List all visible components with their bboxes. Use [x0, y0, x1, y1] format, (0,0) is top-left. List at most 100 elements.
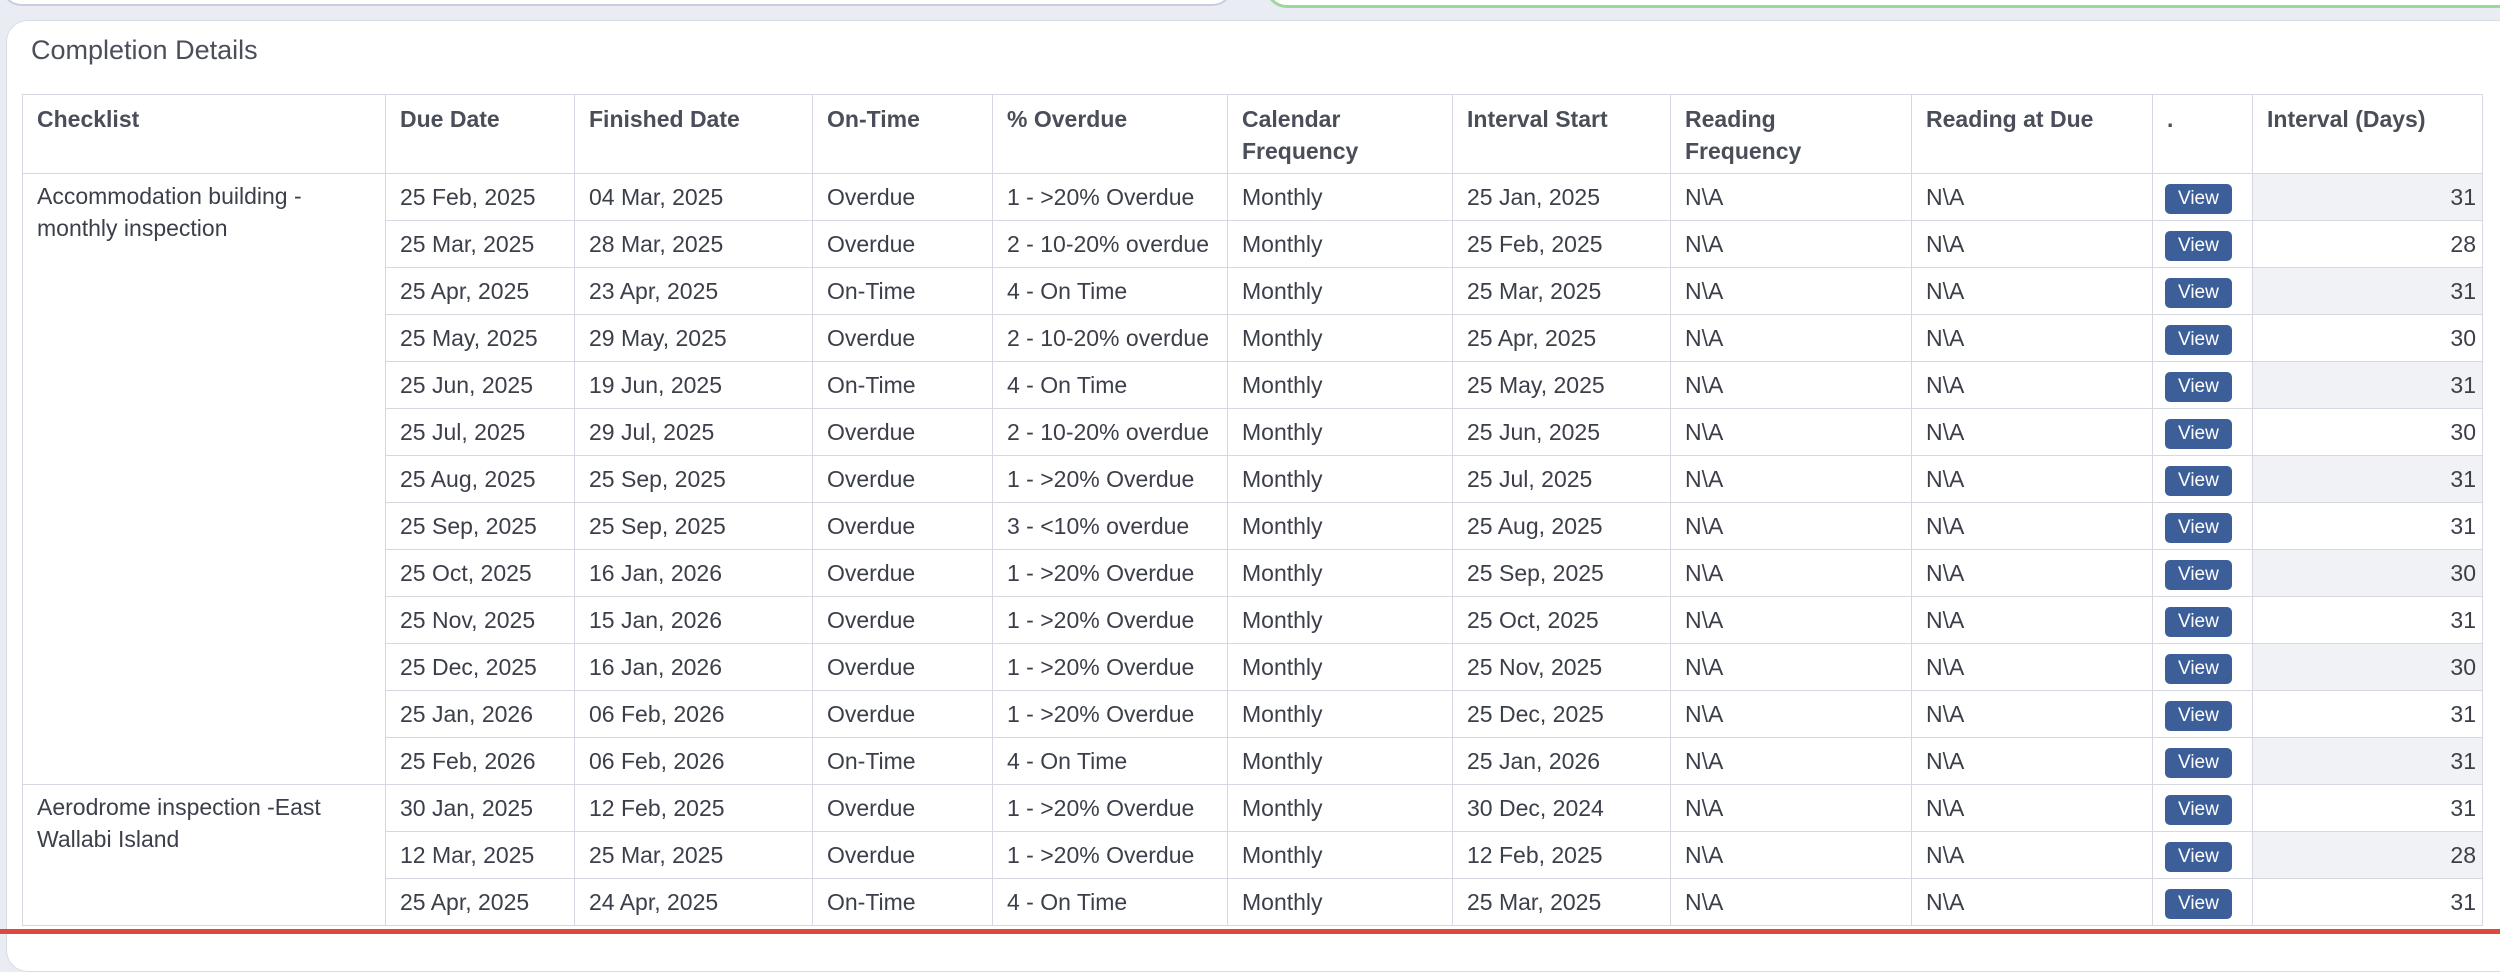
- percent-overdue-cell: 2 - 10-20% overdue: [992, 220, 1228, 268]
- percent-overdue-cell: 2 - 10-20% overdue: [992, 314, 1228, 362]
- column-header[interactable]: Due Date: [385, 94, 575, 174]
- interval-start-cell: 25 Sep, 2025: [1452, 549, 1671, 597]
- action-cell: View: [2152, 314, 2253, 362]
- calendar-frequency-cell: Monthly: [1227, 596, 1453, 644]
- view-button[interactable]: View: [2165, 324, 2232, 355]
- view-button[interactable]: View: [2165, 183, 2232, 214]
- checklist-cell: Accommodation building - monthly inspect…: [22, 173, 386, 785]
- percent-overdue-cell: 4 - On Time: [992, 267, 1228, 315]
- on-time-cell: Overdue: [812, 502, 993, 550]
- calendar-frequency-cell: Monthly: [1227, 784, 1453, 832]
- calendar-frequency-cell: Monthly: [1227, 643, 1453, 691]
- percent-overdue-cell: 4 - On Time: [992, 361, 1228, 409]
- finished-date-cell: 12 Feb, 2025: [574, 784, 813, 832]
- calendar-frequency-cell: Monthly: [1227, 314, 1453, 362]
- table-row: 25 Apr, 2025 23 Apr, 2025 On-Time 4 - On Ti…: [23, 267, 2483, 315]
- view-button[interactable]: View: [2165, 465, 2232, 496]
- table-row: 25 Jun, 2025 19 Jun, 2025 On-Time 4 - On Ti…: [23, 361, 2483, 409]
- view-button[interactable]: View: [2165, 418, 2232, 449]
- action-cell: View: [2152, 784, 2253, 832]
- interval-start-cell: 25 Dec, 2025: [1452, 690, 1671, 738]
- interval-start-cell: 25 Jul, 2025: [1452, 455, 1671, 503]
- reading-at-due-cell: N\A: [1911, 408, 2153, 456]
- due-date-cell: 30 Jan, 2025: [385, 784, 575, 832]
- view-button[interactable]: View: [2165, 794, 2232, 825]
- interval-start-cell: 25 Mar, 2025: [1452, 267, 1671, 315]
- column-header[interactable]: .: [2152, 94, 2253, 174]
- on-time-cell: Overdue: [812, 549, 993, 597]
- reading-frequency-cell: N\A: [1670, 361, 1912, 409]
- finished-date-cell: 24 Apr, 2025: [574, 878, 813, 926]
- action-cell: View: [2152, 878, 2253, 926]
- due-date-cell: 25 May, 2025: [385, 314, 575, 362]
- interval-days-cell: 30: [2252, 314, 2483, 362]
- action-cell: View: [2152, 596, 2253, 644]
- interval-days-cell: 31: [2252, 455, 2483, 503]
- on-time-cell: Overdue: [812, 784, 993, 832]
- table-row: 25 May, 2025 29 May, 2025 Overdue 2 - 10-20…: [23, 314, 2483, 362]
- table-row: Aerodrome inspection -East Wallabi Islan…: [22, 784, 2483, 926]
- action-cell: View: [2152, 408, 2253, 456]
- view-button[interactable]: View: [2165, 606, 2232, 637]
- calendar-frequency-cell: Monthly: [1227, 408, 1453, 456]
- interval-start-cell: 25 Oct, 2025: [1452, 596, 1671, 644]
- due-date-cell: 25 Apr, 2025: [385, 878, 575, 926]
- reading-at-due-cell: N\A: [1911, 267, 2153, 315]
- view-button[interactable]: View: [2165, 512, 2232, 543]
- completion-table: Checklist Due Date Finished Date On-Time…: [22, 94, 2483, 926]
- finished-date-cell: 28 Mar, 2025: [574, 220, 813, 268]
- calendar-frequency-cell: Monthly: [1227, 361, 1453, 409]
- column-header[interactable]: Reading Frequency: [1670, 94, 1912, 174]
- interval-start-cell: 25 Aug, 2025: [1452, 502, 1671, 550]
- table-row: 25 Dec, 2025 16 Jan, 2026 Overdue 1 - >20% …: [23, 643, 2483, 691]
- on-time-cell: On-Time: [812, 737, 993, 785]
- panel-title: Completion Details: [31, 35, 258, 65]
- reading-at-due-cell: N\A: [1911, 643, 2153, 691]
- reading-at-due-cell: N\A: [1911, 737, 2153, 785]
- reading-at-due-cell: N\A: [1911, 173, 2153, 221]
- finished-date-cell: 06 Feb, 2026: [574, 737, 813, 785]
- view-button[interactable]: View: [2165, 371, 2232, 402]
- due-date-cell: 25 Dec, 2025: [385, 643, 575, 691]
- column-header[interactable]: Checklist: [22, 94, 386, 174]
- column-header[interactable]: Reading at Due: [1911, 94, 2153, 174]
- reading-frequency-cell: N\A: [1670, 549, 1912, 597]
- column-header[interactable]: Calendar Frequency: [1227, 94, 1453, 174]
- on-time-cell: Overdue: [812, 220, 993, 268]
- finished-date-cell: 25 Sep, 2025: [574, 455, 813, 503]
- view-button[interactable]: View: [2165, 747, 2232, 778]
- finished-date-cell: 23 Apr, 2025: [574, 267, 813, 315]
- on-time-cell: Overdue: [812, 596, 993, 644]
- column-header[interactable]: Interval Start: [1452, 94, 1671, 174]
- reading-frequency-cell: N\A: [1670, 455, 1912, 503]
- percent-overdue-cell: 4 - On Time: [992, 878, 1228, 926]
- percent-overdue-cell: 1 - >20% Overdue: [992, 784, 1228, 832]
- column-header[interactable]: Finished Date: [574, 94, 813, 174]
- due-date-cell: 25 Oct, 2025: [385, 549, 575, 597]
- reading-frequency-cell: N\A: [1670, 831, 1912, 879]
- on-time-cell: On-Time: [812, 361, 993, 409]
- reading-at-due-cell: N\A: [1911, 314, 2153, 362]
- view-button[interactable]: View: [2165, 559, 2232, 590]
- view-button[interactable]: View: [2165, 277, 2232, 308]
- due-date-cell: 25 Aug, 2025: [385, 455, 575, 503]
- checklist-cell: Aerodrome inspection -East Wallabi Islan…: [22, 784, 386, 926]
- column-header[interactable]: On-Time: [812, 94, 993, 174]
- column-header[interactable]: % Overdue: [992, 94, 1228, 174]
- calendar-frequency-cell: Monthly: [1227, 549, 1453, 597]
- reading-frequency-cell: N\A: [1670, 737, 1912, 785]
- column-header[interactable]: Interval (Days): [2252, 94, 2483, 174]
- view-button[interactable]: View: [2165, 841, 2232, 872]
- reading-at-due-cell: N\A: [1911, 878, 2153, 926]
- view-button[interactable]: View: [2165, 700, 2232, 731]
- view-button[interactable]: View: [2165, 230, 2232, 261]
- on-time-cell: Overdue: [812, 408, 993, 456]
- interval-days-cell: 31: [2252, 596, 2483, 644]
- view-button[interactable]: View: [2165, 888, 2232, 919]
- interval-days-cell: 30: [2252, 643, 2483, 691]
- action-cell: View: [2152, 267, 2253, 315]
- table-row: 25 Oct, 2025 16 Jan, 2026 Overdue 1 - >20% …: [23, 549, 2483, 597]
- table-header-row: Checklist Due Date Finished Date On-Time…: [22, 94, 2483, 174]
- interval-start-cell: 30 Dec, 2024: [1452, 784, 1671, 832]
- view-button[interactable]: View: [2165, 653, 2232, 684]
